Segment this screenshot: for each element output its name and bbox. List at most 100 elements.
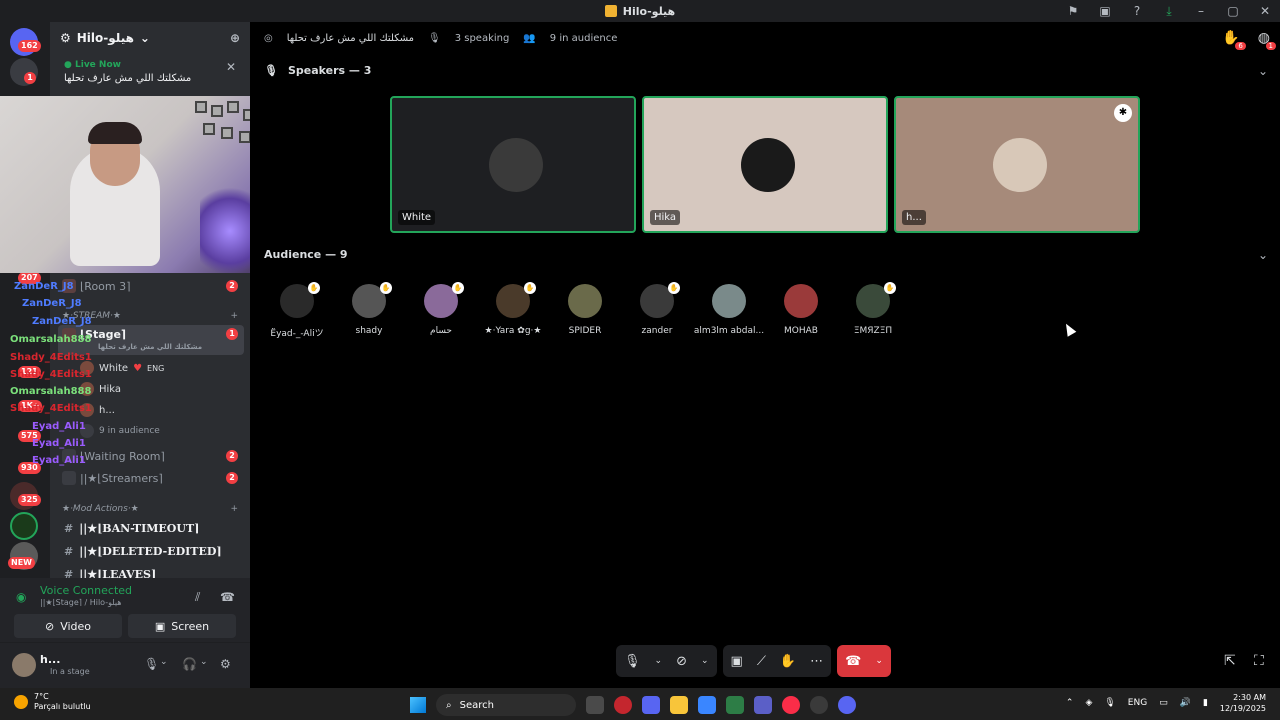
user-name[interactable]: h... <box>40 653 60 666</box>
help-icon[interactable]: ? <box>1130 4 1144 18</box>
stage-audience-count[interactable]: 9 in audience <box>80 422 160 440</box>
battery-icon[interactable]: ▮ <box>1203 698 1208 708</box>
system-tray: ⌃ ◈ 🎙 ENG ▭ 🔊 ▮ 2:30 AM 12/19/2025 <box>1066 692 1266 714</box>
overlay-chat-name: Omarsalah888 <box>10 386 92 397</box>
new-badge: NEW <box>8 557 35 569</box>
channel-room-3[interactable]: ⌊Room 3⌉ 2 <box>58 276 244 296</box>
obs-icon[interactable] <box>838 696 856 714</box>
audience-member[interactable]: SPIDER <box>545 284 625 336</box>
gear-icon[interactable]: ⚙ <box>220 657 231 671</box>
weather-widget[interactable]: 7°C Parçalı bulutlu <box>14 692 91 712</box>
chevron-down-icon[interactable]: ⌄ <box>1258 64 1268 78</box>
speaker-name: Hika <box>650 210 681 225</box>
network-icon[interactable]: ◈ <box>1085 698 1092 708</box>
download-icon[interactable]: ⤓ <box>1162 4 1176 18</box>
add-channel-icon[interactable]: + <box>230 504 238 514</box>
start-icon[interactable] <box>410 697 426 713</box>
voice-status[interactable]: Voice Connected <box>40 584 132 597</box>
audience-member[interactable]: ✋ ΞΜЯŽΞΠ <box>833 282 913 336</box>
close-icon[interactable]: ✕ <box>226 60 236 74</box>
minimize-icon[interactable]: – <box>1194 4 1208 18</box>
text-channel[interactable]: # ||★⌊DELETED-EDITED⌉ <box>58 541 244 561</box>
music-icon[interactable] <box>782 696 800 714</box>
noise-suppression-icon[interactable]: ⫽ <box>195 590 200 605</box>
share-screen-icon[interactable]: ▣ <box>731 654 743 669</box>
webcam-overlay <box>0 96 280 273</box>
hash-icon: # <box>64 521 74 535</box>
audience-member[interactable]: alm3lm abdal... <box>689 284 769 336</box>
leave-stage-button[interactable]: ☎ ⌄ <box>837 645 891 677</box>
opera-icon[interactable] <box>614 696 632 714</box>
invite-people-icon[interactable]: ⊕ <box>230 31 240 45</box>
chevron-down-icon[interactable]: ⌄ <box>655 656 663 666</box>
microphone-icon[interactable]: 🎙 <box>144 657 159 671</box>
camera-off-icon[interactable]: ⊘ <box>676 654 687 669</box>
more-icon[interactable]: ⋯ <box>810 654 823 669</box>
display-icon[interactable]: ▭ <box>1159 698 1168 708</box>
hang-up-icon: ☎ <box>845 653 862 669</box>
popout-icon[interactable]: ⇱ <box>1224 653 1236 669</box>
microphone-icon[interactable]: 🎙 <box>624 654 641 669</box>
avatar: ✋ <box>496 282 536 318</box>
mic-tray-icon[interactable]: 🎙 <box>1104 698 1115 708</box>
disconnect-icon[interactable]: ☎ <box>220 590 235 604</box>
invite-speaker-icon[interactable]: ✋ <box>780 654 796 669</box>
volume-icon[interactable]: 🔊 <box>1180 698 1191 708</box>
avatar <box>741 138 795 192</box>
user-status: In a stage <box>50 667 90 676</box>
maximize-icon[interactable]: ▢ <box>1226 4 1240 18</box>
audience-member[interactable]: ✋ shady <box>329 282 409 336</box>
voice-location[interactable]: ||★⌊Stage⌉ / Hilo-هيلو <box>40 598 122 607</box>
speaking-count: 3 speaking <box>454 32 510 44</box>
chevron-down-icon[interactable]: ⌄ <box>875 656 883 666</box>
chevron-down-icon[interactable]: ⌄ <box>1258 248 1268 262</box>
language-indicator[interactable]: ENG <box>1128 698 1147 708</box>
channel-streamers[interactable]: ||★⌊Streamers⌉ 2 <box>58 468 244 488</box>
speaker-tile[interactable]: White <box>390 96 636 233</box>
audience-member[interactable]: ✋ zander <box>617 282 697 336</box>
speaker-tile[interactable]: h... ✱ <box>894 96 1140 233</box>
avatar[interactable] <box>12 653 36 677</box>
stage-member[interactable]: White ♥ ENG <box>80 359 164 377</box>
headphones-icon[interactable]: 🎧 <box>182 657 197 671</box>
category-mod-actions[interactable]: ★·Mod Actions·★ + <box>58 501 244 517</box>
server-icon[interactable] <box>10 512 38 540</box>
audience-member[interactable]: ✋ Ëyad-_-Aliツ <box>257 282 337 339</box>
stage-title: مشكلتك اللي مش عارف تحلها <box>286 32 414 44</box>
raised-hand-icon[interactable]: ✋ 6 <box>1222 30 1246 50</box>
inbox-icon[interactable]: ◍ 1 <box>1258 30 1276 50</box>
file-explorer-icon[interactable] <box>670 696 688 714</box>
close-icon[interactable]: ✕ <box>1258 4 1272 18</box>
store-icon[interactable] <box>726 696 744 714</box>
copilot-icon[interactable] <box>698 696 716 714</box>
audience-member[interactable]: ✋ حسام <box>401 282 481 336</box>
speaker-name: White <box>398 210 436 225</box>
video-button[interactable]: ⊘ Video <box>14 614 122 638</box>
live-now-card[interactable]: ● Live Now مشكلتك اللي مش عارف تحلها ✕ <box>58 56 242 88</box>
temperature: 7°C <box>34 692 49 701</box>
server-header[interactable]: ⚙ Hilo-هيلو ⌄ ⊕ <box>50 22 250 54</box>
speaker-tile[interactable]: Hika <box>642 96 888 233</box>
discord-icon[interactable] <box>642 696 660 714</box>
chevron-up-icon[interactable]: ⌃ <box>1066 698 1074 708</box>
screen-share-button[interactable]: ▣ Screen <box>128 614 236 638</box>
audience-member[interactable]: MOHAB <box>761 284 841 336</box>
live-now-label: ● Live Now <box>64 60 121 70</box>
task-view-icon[interactable] <box>586 696 604 714</box>
chevron-down-icon[interactable]: ⌄ <box>701 656 709 666</box>
avatar: ✋ <box>352 282 392 318</box>
flag-icon[interactable]: ⚑ <box>1066 4 1080 18</box>
screen-share-icon[interactable]: ▣ <box>1098 4 1112 18</box>
audience-member[interactable]: ✋ ★·Yara ✿g·★ <box>473 282 553 336</box>
chevron-down-icon[interactable]: ⌄ <box>200 657 208 667</box>
taskbar-search[interactable]: ⌕ Search <box>436 694 576 716</box>
text-channel[interactable]: # ||★⌊BAN-TIMEOUT⌉ <box>58 518 244 538</box>
add-channel-icon[interactable]: + <box>230 311 238 321</box>
overlay-chat-name: Eyad_Ali1 <box>32 421 86 432</box>
clock[interactable]: 2:30 AM 12/19/2025 <box>1220 692 1266 714</box>
chevron-down-icon[interactable]: ⌄ <box>160 657 168 667</box>
teams-icon[interactable] <box>754 696 772 714</box>
fullscreen-icon[interactable]: ⛶ <box>1254 653 1264 669</box>
move-to-audience-icon[interactable]: ⟋ <box>757 654 766 669</box>
steam-icon[interactable] <box>810 696 828 714</box>
